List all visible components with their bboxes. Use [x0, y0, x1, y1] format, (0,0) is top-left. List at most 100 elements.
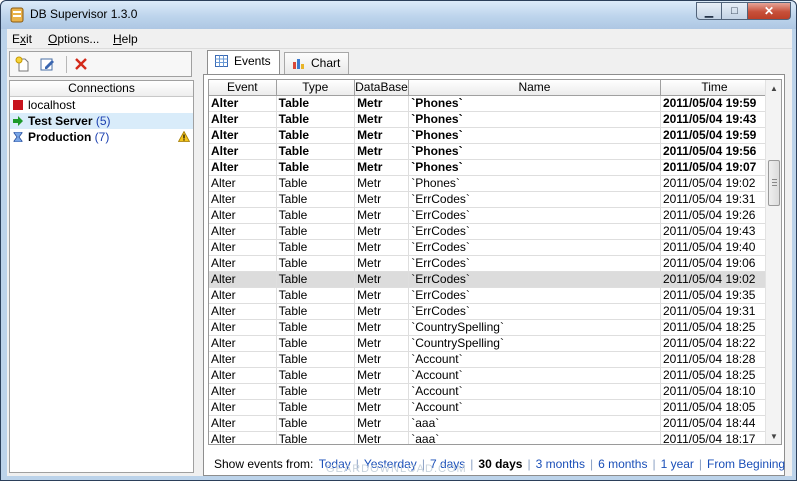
- menu-exit[interactable]: Exit: [12, 32, 32, 46]
- caption-buttons: ▁ □ ✕: [696, 2, 791, 20]
- menu-options[interactable]: Options...: [48, 32, 99, 46]
- filter-option[interactable]: 3 months: [536, 457, 585, 471]
- cell-name: `ErrCodes`: [409, 224, 661, 239]
- cell-event: Alter: [209, 272, 277, 287]
- table-row[interactable]: Alter Table Metr `Phones` 2011/05/04 19:56: [209, 144, 769, 160]
- table-row[interactable]: Alter Table Metr `ErrCodes` 2011/05/04 19:31: [209, 192, 769, 208]
- cell-database: Metr: [355, 432, 410, 444]
- filter-option[interactable]: 30 days: [478, 457, 522, 471]
- scroll-down-button[interactable]: ▼: [766, 428, 781, 444]
- scroll-thumb[interactable]: [768, 160, 780, 206]
- table-row[interactable]: Alter Table Metr `ErrCodes` 2011/05/04 19:06: [209, 256, 769, 272]
- delete-connection-button[interactable]: [72, 55, 90, 73]
- right-panel: Events Chart Event Type DataBase Name Ti…: [200, 50, 792, 476]
- edit-connection-button[interactable]: [38, 55, 56, 73]
- table-row[interactable]: Alter Table Metr `ErrCodes` 2011/05/04 19:02: [209, 272, 769, 288]
- cell-type: Table: [277, 96, 356, 111]
- column-header-name[interactable]: Name: [409, 80, 661, 95]
- table-row[interactable]: Alter Table Metr `Account` 2011/05/04 18:05: [209, 400, 769, 416]
- cell-name: `Account`: [409, 400, 661, 415]
- cell-type: Table: [277, 368, 356, 383]
- table-row[interactable]: Alter Table Metr `Phones` 2011/05/04 19:02: [209, 176, 769, 192]
- table-row[interactable]: Alter Table Metr `ErrCodes` 2011/05/04 19:35: [209, 288, 769, 304]
- table-row[interactable]: Alter Table Metr `ErrCodes` 2011/05/04 19:31: [209, 304, 769, 320]
- cell-type: Table: [277, 112, 356, 127]
- filter-separator: |: [470, 457, 474, 471]
- cell-database: Metr: [355, 160, 410, 175]
- table-row[interactable]: Alter Table Metr `Account` 2011/05/04 18:25: [209, 368, 769, 384]
- cell-name: `Phones`: [409, 160, 661, 175]
- cell-database: Metr: [355, 400, 410, 415]
- cell-database: Metr: [355, 224, 410, 239]
- cell-type: Table: [277, 272, 356, 287]
- cell-type: Table: [277, 208, 356, 223]
- cell-time: 2011/05/04 19:02: [661, 272, 769, 287]
- menu-help[interactable]: Help: [113, 32, 138, 46]
- cell-type: Table: [277, 240, 356, 255]
- new-connection-button[interactable]: [14, 55, 32, 73]
- cell-event: Alter: [209, 400, 277, 415]
- tab-events[interactable]: Events: [207, 50, 280, 75]
- table-row[interactable]: Alter Table Metr `Phones` 2011/05/04 19:59: [209, 96, 769, 112]
- filter-separator: |: [652, 457, 656, 471]
- table-row[interactable]: Alter Table Metr `Phones` 2011/05/04 19:59: [209, 128, 769, 144]
- cell-time: 2011/05/04 18:22: [661, 336, 769, 351]
- cell-time: 2011/05/04 18:28: [661, 352, 769, 367]
- scroll-down-icon: ▼: [770, 431, 778, 441]
- cell-time: 2011/05/04 18:44: [661, 416, 769, 431]
- grid-vertical-scrollbar[interactable]: ▲ ▼: [765, 80, 781, 444]
- table-row[interactable]: Alter Table Metr `CountrySpelling` 2011/05/0…: [209, 336, 769, 352]
- column-header-event[interactable]: Event: [209, 80, 277, 95]
- filter-separator: |: [527, 457, 531, 471]
- cell-time: 2011/05/04 19:43: [661, 112, 769, 127]
- cell-event: Alter: [209, 208, 277, 223]
- tab-chart[interactable]: Chart: [284, 52, 350, 74]
- cell-event: Alter: [209, 352, 277, 367]
- cell-time: 2011/05/04 19:56: [661, 144, 769, 159]
- cell-type: Table: [277, 432, 356, 444]
- title-bar[interactable]: DB Supervisor 1.3.0 ▁ □ ✕: [1, 1, 796, 29]
- warning-icon: [178, 131, 190, 142]
- table-row[interactable]: Alter Table Metr `ErrCodes` 2011/05/04 19:43: [209, 224, 769, 240]
- cell-type: Table: [277, 176, 356, 191]
- cell-type: Table: [277, 400, 356, 415]
- cell-time: 2011/05/04 19:43: [661, 224, 769, 239]
- column-header-type[interactable]: Type: [277, 80, 355, 95]
- cell-database: Metr: [355, 240, 410, 255]
- cell-name: `ErrCodes`: [409, 272, 661, 287]
- table-row[interactable]: Alter Table Metr `Account` 2011/05/04 18:10: [209, 384, 769, 400]
- table-row[interactable]: Alter Table Metr `Account` 2011/05/04 18:28: [209, 352, 769, 368]
- cell-event: Alter: [209, 432, 277, 444]
- cell-database: Metr: [355, 272, 410, 287]
- minimize-button[interactable]: ▁: [696, 2, 722, 20]
- cell-name: `Phones`: [409, 128, 661, 143]
- table-row[interactable]: Alter Table Metr `ErrCodes` 2011/05/04 19:26: [209, 208, 769, 224]
- app-icon: [10, 7, 24, 23]
- table-row[interactable]: Alter Table Metr `aaa` 2011/05/04 18:17: [209, 432, 769, 444]
- connection-item[interactable]: localhost: [10, 97, 193, 113]
- column-header-database[interactable]: DataBase: [355, 80, 409, 95]
- maximize-button[interactable]: □: [722, 2, 748, 20]
- filter-option[interactable]: 1 year: [661, 457, 694, 471]
- delete-connection-icon: [75, 58, 87, 70]
- table-row[interactable]: Alter Table Metr `CountrySpelling` 2011/05/0…: [209, 320, 769, 336]
- cell-name: `ErrCodes`: [409, 304, 661, 319]
- cell-event: Alter: [209, 160, 277, 175]
- table-row[interactable]: Alter Table Metr `Phones` 2011/05/04 19:43: [209, 112, 769, 128]
- table-row[interactable]: Alter Table Metr `ErrCodes` 2011/05/04 19:40: [209, 240, 769, 256]
- cell-event: Alter: [209, 96, 277, 111]
- filter-option[interactable]: 6 months: [598, 457, 647, 471]
- close-button[interactable]: ✕: [748, 2, 791, 20]
- connection-item[interactable]: Production (7): [10, 129, 193, 145]
- filter-option[interactable]: From Begining: [707, 457, 785, 471]
- column-header-time[interactable]: Time: [661, 80, 770, 95]
- cell-type: Table: [277, 384, 356, 399]
- connections-list: localhost Test Server (5) Production (7): [10, 97, 193, 145]
- scroll-up-button[interactable]: ▲: [766, 80, 781, 96]
- cell-event: Alter: [209, 240, 277, 255]
- table-row[interactable]: Alter Table Metr `Phones` 2011/05/04 19:07: [209, 160, 769, 176]
- table-row[interactable]: Alter Table Metr `aaa` 2011/05/04 18:44: [209, 416, 769, 432]
- watermark: GEARDOWNLOAD.COM: [326, 463, 467, 475]
- panel-splitter[interactable]: [196, 50, 199, 473]
- connection-item[interactable]: Test Server (5): [10, 113, 193, 129]
